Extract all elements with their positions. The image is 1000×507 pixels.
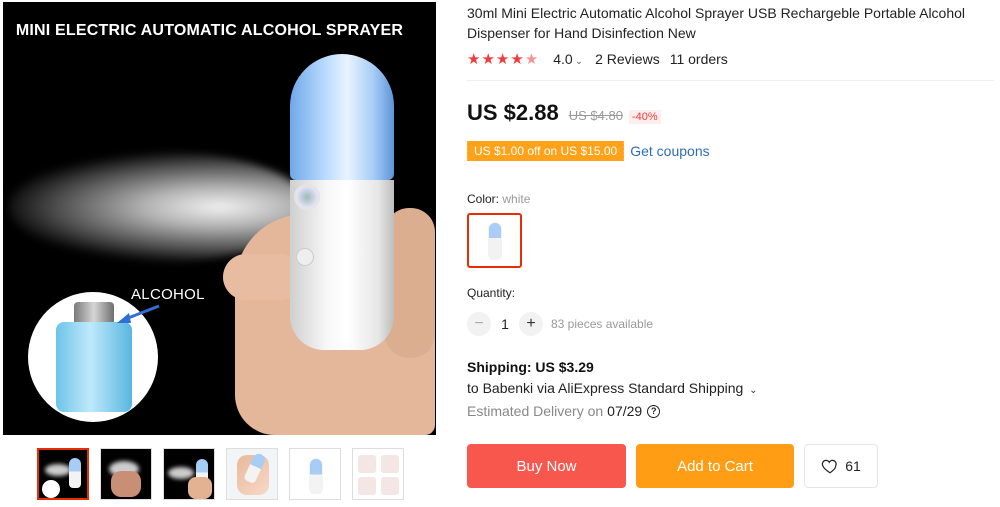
heart-icon xyxy=(822,459,837,474)
product-title: 30ml Mini Electric Automatic Alcohol Spr… xyxy=(467,5,966,41)
arrow-icon xyxy=(117,304,160,323)
increase-quantity-button[interactable]: + xyxy=(519,312,543,336)
decrease-quantity-button[interactable]: − xyxy=(467,312,491,336)
color-value: white xyxy=(502,192,531,206)
wishlist-button[interactable]: 61 xyxy=(804,444,878,488)
rating-stars-icon: ★★★★★ xyxy=(467,51,540,68)
coupon-row: US $1.00 off on US $15.00 Get coupons xyxy=(464,140,710,162)
thumbnail-6[interactable] xyxy=(352,448,404,500)
bottle xyxy=(56,322,132,412)
estimated-delivery: Estimated Delivery on 07/29 ? xyxy=(467,403,661,419)
alcohol-label: ALCOHOL xyxy=(131,286,205,303)
image-banner-text: MINI ELECTRIC AUTOMATIC ALCOHOL SPRAYER xyxy=(15,22,404,39)
color-label: Color: white xyxy=(467,192,531,206)
chevron-down-icon: ⌄ xyxy=(749,385,758,396)
original-price: US $4.80 xyxy=(568,108,623,123)
sprayer-device xyxy=(290,54,394,350)
buy-now-button[interactable]: Buy Now xyxy=(467,444,626,488)
delivery-label: Estimated Delivery on xyxy=(467,403,604,419)
get-coupons-link[interactable]: Get coupons xyxy=(630,143,709,159)
main-product-image[interactable]: MINI ELECTRIC AUTOMATIC ALCOHOL SPRAYER … xyxy=(3,2,436,435)
add-to-cart-button[interactable]: Add to Cart xyxy=(636,444,794,488)
pieces-available: 83 pieces available xyxy=(551,317,654,331)
chevron-down-icon: ⌄ xyxy=(574,56,584,67)
sprayer-nozzle xyxy=(294,184,320,210)
quantity-label: Quantity: xyxy=(467,286,516,300)
shipping-method[interactable]: to Babenki via AliExpress Standard Shipp… xyxy=(467,380,758,396)
sprayer-cap xyxy=(290,54,394,180)
price-row: US $2.88 US $4.80 -40% xyxy=(467,100,661,128)
swatch-image xyxy=(489,223,501,259)
reviews-link[interactable]: 2 Reviews xyxy=(595,51,660,67)
current-price: US $2.88 xyxy=(467,100,559,125)
orders-count: 11 orders xyxy=(669,51,728,67)
thumbnail-1[interactable] xyxy=(37,448,89,500)
sprayer-button xyxy=(296,248,314,266)
delivery-date: 07/29 xyxy=(607,403,643,419)
thumbnail-3[interactable] xyxy=(163,448,215,500)
thumbnail-5[interactable] xyxy=(289,448,341,500)
rating-row: ★★★★★ 4.0 ⌄ 2 Reviews 11 orders xyxy=(467,50,728,68)
help-icon[interactable]: ? xyxy=(647,404,661,418)
discount-badge: -40% xyxy=(628,110,661,124)
shipping-cost: Shipping: US $3.29 xyxy=(467,359,594,375)
divider xyxy=(467,80,994,81)
rating-value[interactable]: 4.0 ⌄ xyxy=(553,51,583,67)
coupon-tag[interactable]: US $1.00 off on US $15.00 xyxy=(464,141,625,161)
color-option-white[interactable] xyxy=(467,213,522,268)
thumbnail-4[interactable] xyxy=(226,448,278,500)
quantity-stepper: − 1 + 83 pieces available xyxy=(467,312,653,336)
quantity-input[interactable]: 1 xyxy=(491,316,519,332)
wishlist-count: 61 xyxy=(845,458,861,474)
thumbnail-2[interactable] xyxy=(100,448,152,500)
